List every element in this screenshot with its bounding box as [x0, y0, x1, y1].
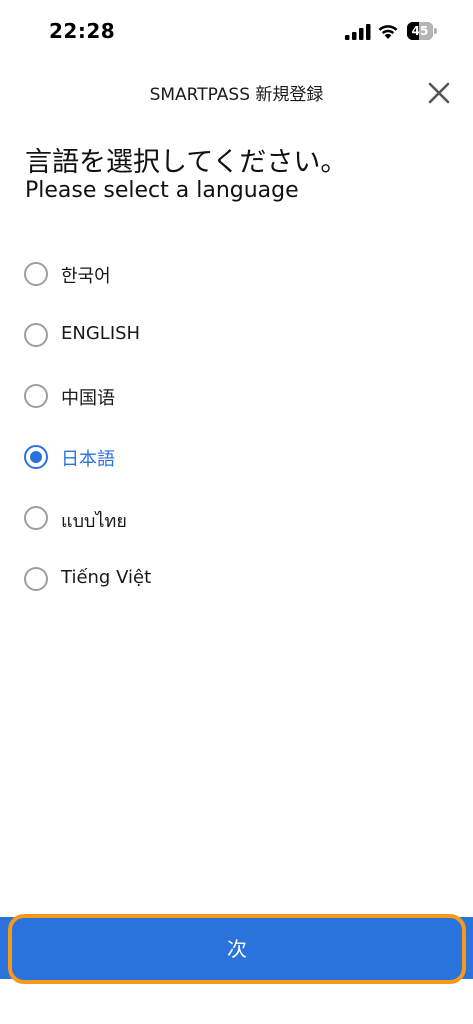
- status-bar: 22:28 45: [0, 0, 473, 62]
- heading-english: Please select a language: [25, 178, 299, 203]
- language-option-chinese[interactable]: 中国语: [0, 365, 300, 426]
- radio-button[interactable]: [24, 445, 48, 469]
- page-title: SMARTPASS 新規登録: [149, 85, 324, 105]
- language-label: Tiếng Việt: [61, 567, 152, 588]
- radio-button[interactable]: [24, 323, 48, 347]
- language-label: ENGLISH: [61, 323, 141, 344]
- close-button[interactable]: [424, 78, 454, 108]
- language-option-vietnamese[interactable]: Tiếng Việt: [0, 548, 300, 609]
- close-icon: [428, 82, 450, 104]
- language-option-korean[interactable]: 한국어: [0, 243, 300, 304]
- language-label: 中国语: [61, 388, 115, 409]
- language-option-thai[interactable]: แบบไทย: [0, 487, 300, 548]
- heading-japanese: 言語を選択してください。: [25, 147, 348, 178]
- language-option-japanese[interactable]: 日本語: [0, 426, 300, 487]
- radio-button[interactable]: [24, 384, 48, 408]
- language-label: 日本語: [61, 449, 115, 470]
- battery-level: 45: [411, 24, 429, 38]
- radio-button[interactable]: [24, 506, 48, 530]
- language-option-english[interactable]: ENGLISH: [0, 304, 300, 365]
- wifi-icon: [378, 25, 398, 39]
- signal-icon: [345, 24, 371, 40]
- battery-icon: 45: [407, 22, 437, 40]
- language-label: แบบไทย: [61, 511, 127, 532]
- next-button[interactable]: 次: [8, 914, 466, 984]
- radio-button[interactable]: [24, 567, 48, 591]
- language-label: 한국어: [61, 266, 111, 287]
- radio-button[interactable]: [24, 262, 48, 286]
- status-time: 22:28: [49, 19, 116, 43]
- language-list: 한국어 ENGLISH 中国语 日本語 แบบไทย Tiếng Việt: [0, 243, 473, 609]
